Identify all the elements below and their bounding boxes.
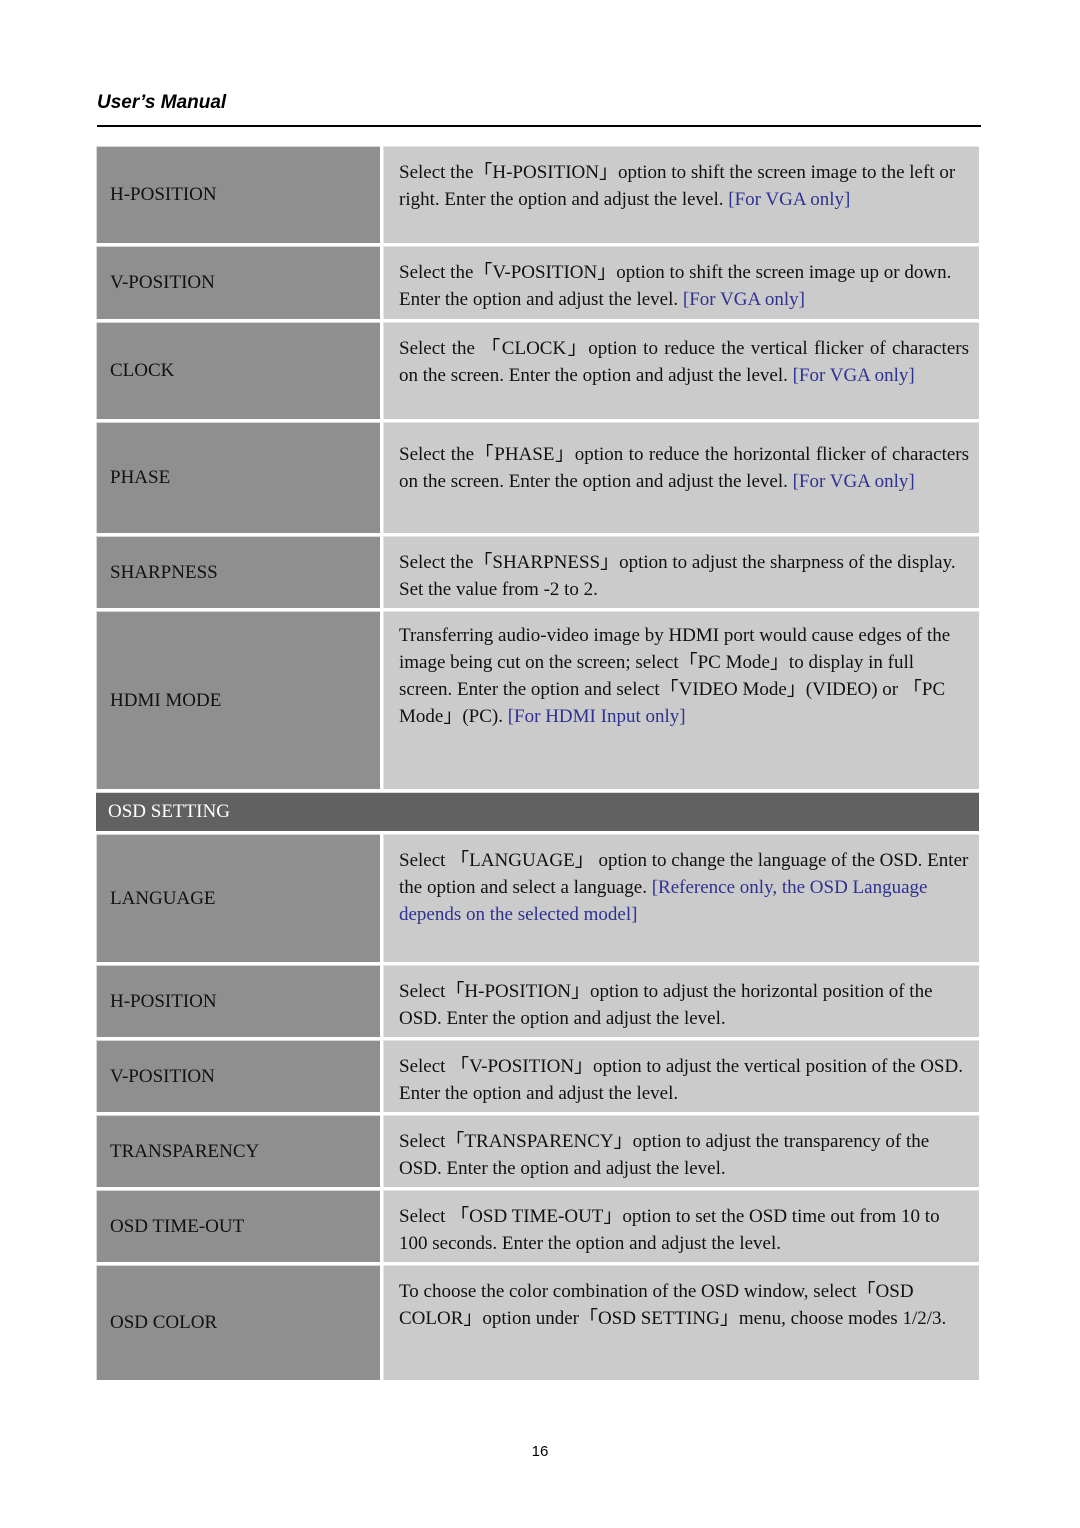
row-label: PHASE — [96, 422, 380, 533]
row-note: [For VGA only] — [728, 189, 851, 210]
row-label: HDMI MODE — [96, 611, 380, 789]
table-row: PHASE Select the「PHASE」option to reduce … — [96, 422, 979, 533]
table-row: CLOCK Select the 「CLOCK」option to reduce… — [96, 322, 979, 419]
table-row: H-POSITION Select the「H-POSITION」option … — [96, 146, 979, 243]
row-description: Select the「H-POSITION」option to shift th… — [383, 146, 979, 243]
row-description: Select the「SHARPNESS」option to adjust th… — [383, 536, 979, 608]
row-note: [For HDMI Input only] — [507, 706, 686, 727]
table-row: V-POSITION Select the「V-POSITION」option … — [96, 246, 979, 319]
row-description: Transferring audio-video image by HDMI p… — [383, 611, 979, 789]
row-label: TRANSPARENCY — [96, 1115, 380, 1187]
row-label: LANGUAGE — [96, 834, 380, 962]
row-label: CLOCK — [96, 322, 380, 419]
row-description: Select the 「CLOCK」option to reduce the v… — [383, 322, 979, 419]
row-description: Select 「OSD TIME-OUT」option to set the O… — [383, 1190, 979, 1262]
row-label: V-POSITION — [96, 1040, 380, 1112]
row-note: [For VGA only] — [792, 365, 915, 386]
row-description: Select「H-POSITION」option to adjust the h… — [383, 965, 979, 1037]
row-label: H-POSITION — [96, 965, 380, 1037]
row-label: OSD TIME-OUT — [96, 1190, 380, 1262]
row-label: H-POSITION — [96, 146, 380, 243]
row-note: [For VGA only] — [792, 471, 915, 492]
row-label: V-POSITION — [96, 246, 380, 319]
row-description: Select the「V-POSITION」option to shift th… — [383, 246, 979, 319]
table-row: LANGUAGE Select 「LANGUAGE」 option to cha… — [96, 834, 979, 962]
table-row: OSD COLOR To choose the color combinatio… — [96, 1265, 979, 1380]
page-number: 16 — [531, 1443, 549, 1460]
table-row: HDMI MODE Transferring audio-video image… — [96, 611, 979, 789]
table-row: SHARPNESS Select the「SHARPNESS」option to… — [96, 536, 979, 608]
row-description: Select 「LANGUAGE」 option to change the l… — [383, 834, 979, 962]
section-header-osd-setting: OSD SETTING — [96, 792, 979, 831]
osd-settings-table: H-POSITION Select the「H-POSITION」option … — [96, 146, 979, 1383]
table-row: OSD TIME-OUT Select 「OSD TIME-OUT」option… — [96, 1190, 979, 1262]
manual-header-title: User’s Manual — [97, 92, 227, 113]
table-row: V-POSITION Select 「V-POSITION」option to … — [96, 1040, 979, 1112]
row-label: SHARPNESS — [96, 536, 380, 608]
row-description: Select 「V-POSITION」option to adjust the … — [383, 1040, 979, 1112]
row-description: To choose the color combination of the O… — [383, 1265, 979, 1380]
row-description: Select the「PHASE」option to reduce the ho… — [383, 422, 979, 533]
header-divider — [97, 125, 981, 127]
table-row: TRANSPARENCY Select「TRANSPARENCY」option … — [96, 1115, 979, 1187]
row-note: [For VGA only] — [682, 289, 805, 310]
row-label: OSD COLOR — [96, 1265, 380, 1380]
row-description: Select「TRANSPARENCY」option to adjust the… — [383, 1115, 979, 1187]
table-row: H-POSITION Select「H-POSITION」option to a… — [96, 965, 979, 1037]
